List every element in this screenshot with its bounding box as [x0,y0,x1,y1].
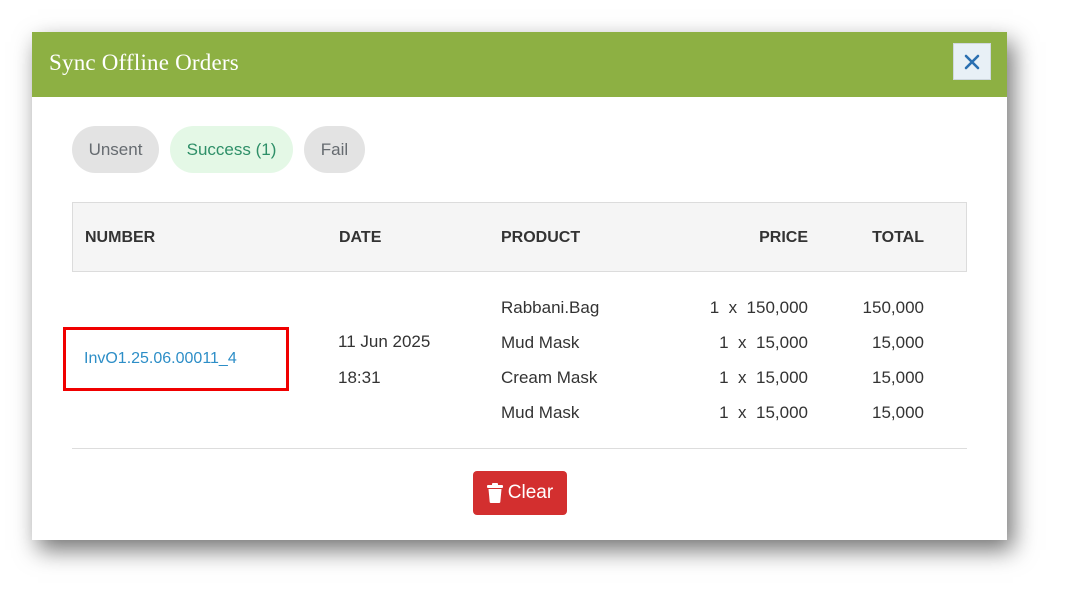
sync-offline-orders-modal: Sync Offline Orders Unsent Success (1) F… [32,32,1007,540]
item-price: 1 x 15,000 [719,403,808,422]
column-header-total: TOTAL [872,229,924,246]
item-price: 1 x 150,000 [709,298,808,317]
clear-button-label: Clear [507,482,554,503]
order-time: 18:31 [338,368,381,387]
tab-fail[interactable]: Fail [304,126,365,173]
item-product: Mud Mask [501,333,580,352]
item-price: 1 x 15,000 [719,333,808,352]
modal-title: Sync Offline Orders [49,50,239,75]
table-header: NUMBER DATE PRODUCT PRICE TOTAL [72,202,967,272]
item-price: 1 x 15,000 [719,368,808,387]
column-header-date: DATE [339,229,382,246]
close-button[interactable] [953,43,991,80]
modal-header: Sync Offline Orders [32,32,1007,97]
item-product: Cream Mask [501,368,598,387]
order-date: 11 Jun 2025 [338,332,431,351]
item-total: 150,000 [862,298,924,317]
tab-unsent[interactable]: Unsent [72,126,159,173]
close-icon [964,54,980,69]
column-header-number: NUMBER [85,229,156,246]
item-total: 15,000 [872,403,924,422]
column-header-price: PRICE [759,229,808,246]
item-total: 15,000 [872,333,924,352]
tab-success[interactable]: Success (1) [170,126,293,173]
item-total: 15,000 [872,368,924,387]
item-product: Rabbani.Bag [501,298,600,317]
highlight-annotation [63,327,289,391]
clear-button[interactable]: Clear [473,471,567,515]
item-product: Mud Mask [501,403,580,422]
trash-icon [486,483,503,503]
table-divider [72,448,967,449]
column-header-product: PRODUCT [501,229,581,246]
